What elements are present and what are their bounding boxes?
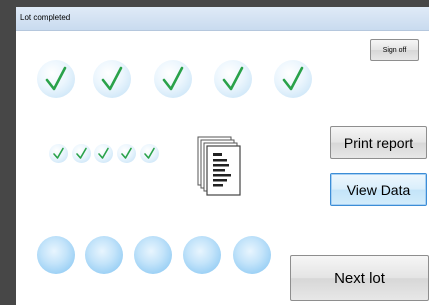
check-icon [76,147,87,159]
view-data-button[interactable]: View Data [330,173,427,206]
lot-completed-window: Lot completed Sign off Print report View… [16,7,429,305]
large-check-1 [37,60,75,98]
check-icon [101,66,123,91]
small-check-4 [117,144,136,163]
print-report-button[interactable]: Print report [330,126,427,159]
check-icon [121,147,132,159]
sign-off-button[interactable]: Sign off [370,39,419,61]
documents-icon [197,136,241,196]
check-icon [222,66,244,91]
small-check-1 [49,144,68,163]
large-check-4 [214,60,252,98]
check-icon [162,66,184,91]
small-check-3 [94,144,113,163]
pending-indicator-5 [233,236,271,274]
check-icon [45,66,67,91]
small-check-5 [140,144,159,163]
pending-indicator-3 [134,236,172,274]
small-check-2 [72,144,91,163]
pending-indicator-1 [37,236,75,274]
large-check-5 [274,60,312,98]
check-icon [282,66,304,91]
title-bar: Lot completed [16,7,429,31]
check-icon [144,147,155,159]
pending-indicator-2 [85,236,123,274]
window-title: Lot completed [20,13,71,22]
large-check-2 [93,60,131,98]
check-icon [53,147,64,159]
check-icon [98,147,109,159]
pending-indicator-4 [183,236,221,274]
large-check-3 [154,60,192,98]
next-lot-button[interactable]: Next lot [290,255,429,301]
